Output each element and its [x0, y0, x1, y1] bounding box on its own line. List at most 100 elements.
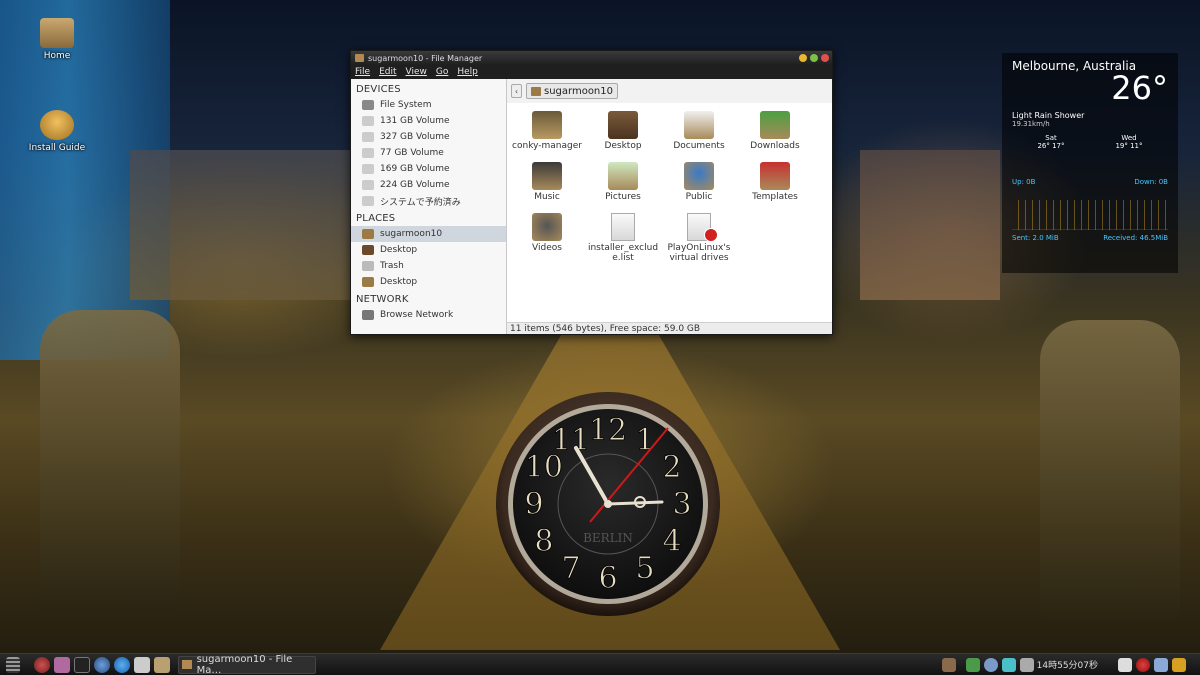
launcher-icon[interactable]	[34, 656, 50, 673]
file-label: installer_exclude.list	[587, 243, 659, 263]
sidebar-item-169gb[interactable]: 169 GB Volume	[351, 161, 506, 177]
window-titlebar[interactable]: sugarmoon10 - File Manager	[351, 51, 832, 65]
wallpaper-building-center	[130, 150, 360, 300]
sidebar-item-label: sugarmoon10	[380, 229, 443, 239]
speaker-icon[interactable]	[941, 657, 956, 672]
shield-icon[interactable]	[965, 657, 980, 672]
sidebar-item-label: Desktop	[380, 245, 418, 255]
sidebar-item-desktop-2[interactable]: Desktop	[351, 274, 506, 290]
sidebar-item-131gb[interactable]: 131 GB Volume	[351, 113, 506, 129]
wallpaper-urn-right	[1040, 320, 1180, 620]
menu-icon[interactable]	[6, 656, 20, 673]
close-button[interactable]	[821, 54, 829, 62]
updater-icon[interactable]	[1172, 657, 1186, 672]
folder-icon	[362, 277, 374, 287]
path-bar: ‹ sugarmoon10	[507, 79, 832, 103]
minimize-button[interactable]	[799, 54, 807, 62]
user-icon[interactable]	[1154, 657, 1168, 672]
sidebar-item-224gb[interactable]: 224 GB Volume	[351, 177, 506, 193]
browser-icon[interactable]	[114, 656, 130, 673]
sidebar-item-file-system[interactable]: File System	[351, 97, 506, 113]
update-icon[interactable]	[1001, 657, 1016, 672]
analog-clock-widget: 12 1234567891011 BERLIN	[496, 392, 720, 616]
power-icon[interactable]	[1136, 657, 1150, 672]
sidebar-item-trash[interactable]: Trash	[351, 258, 506, 274]
file-item-public[interactable]: Public	[663, 162, 735, 202]
sidebar-item-home[interactable]: sugarmoon10	[351, 226, 506, 242]
file-item-pictures[interactable]: Pictures	[587, 162, 659, 202]
task-label: sugarmoon10 - File Ma…	[196, 653, 293, 675]
clock-center-cap	[604, 500, 612, 508]
file-item-conky-manager[interactable]: conky-manager	[511, 111, 583, 151]
menu-view[interactable]: View	[406, 67, 427, 77]
menu-file[interactable]: File	[355, 67, 370, 77]
desktop-icon-install-guide[interactable]: Install Guide	[22, 110, 92, 153]
file-item-downloads[interactable]: Downloads	[739, 111, 811, 151]
clock-numeral: 1	[635, 423, 654, 458]
file-label: Public	[685, 192, 713, 202]
settings-icon[interactable]	[134, 656, 150, 673]
file-label: Downloads	[750, 141, 800, 151]
devices-heading: DEVICES	[356, 84, 401, 95]
file-label: Music	[534, 192, 560, 202]
drive-icon	[362, 196, 374, 206]
sidebar-item-system-reserved[interactable]: システムで予約済み	[351, 193, 506, 209]
window-title: sugarmoon10 - File Manager	[368, 53, 483, 63]
file-label: Videos	[532, 243, 562, 253]
weather-temperature: 26°	[1111, 69, 1168, 107]
file-manager-launcher-icon[interactable]	[54, 656, 70, 673]
system-tray: 14時55分07秒	[938, 657, 1200, 672]
maximize-button[interactable]	[810, 54, 818, 62]
main-pane: ‹ sugarmoon10 conky-manager Desktop Docu…	[507, 79, 832, 334]
sidebar: DEVICES File System 131 GB Volume 327 GB…	[351, 79, 507, 334]
text-file-icon	[611, 213, 635, 241]
menu-edit[interactable]: Edit	[379, 67, 396, 77]
desktop-folder-icon	[608, 111, 638, 139]
file-item-templates[interactable]: Templates	[739, 162, 811, 202]
sidebar-item-label: システムで予約済み	[380, 197, 461, 208]
sidebar-item-desktop[interactable]: Desktop	[351, 242, 506, 258]
clock-numeral: 2	[663, 450, 682, 485]
forecast-day: Sat 26° 17°	[1037, 134, 1064, 150]
file-label: PlayOnLinux's virtual drives	[667, 243, 731, 263]
sidebar-item-label: 169 GB Volume	[380, 164, 450, 174]
sidebar-item-327gb[interactable]: 327 GB Volume	[351, 129, 506, 145]
sidebar-item-browse-network[interactable]: Browse Network	[351, 307, 506, 323]
display-icon[interactable]	[1019, 657, 1034, 672]
home-folder-icon[interactable]	[154, 656, 170, 673]
clock-numeral: 4	[663, 524, 682, 559]
sidebar-item-77gb[interactable]: 77 GB Volume	[351, 145, 506, 161]
weather-wind: 19.31km/h	[1012, 120, 1050, 128]
download-rate: Down: 0B	[1134, 178, 1168, 186]
file-item-desktop[interactable]: Desktop	[587, 111, 659, 151]
install-guide-icon	[40, 110, 74, 140]
file-item-music[interactable]: Music	[511, 162, 583, 202]
file-item-installer-exclude[interactable]: installer_exclude.list	[587, 213, 659, 263]
broken-link-icon	[687, 213, 718, 242]
breadcrumb[interactable]: sugarmoon10	[526, 83, 618, 99]
terminal-icon[interactable]	[74, 656, 90, 673]
sidebar-item-label: 131 GB Volume	[380, 116, 450, 126]
menu-go[interactable]: Go	[436, 67, 448, 77]
file-manager-window[interactable]: sugarmoon10 - File Manager File Edit Vie…	[350, 50, 833, 335]
file-item-videos[interactable]: Videos	[511, 213, 583, 253]
file-item-documents[interactable]: Documents	[663, 111, 735, 151]
menu-help[interactable]: Help	[457, 67, 478, 77]
clock-numeral: 5	[635, 551, 654, 586]
network-icon[interactable]	[983, 657, 998, 672]
forecast-day: Wed 19° 11°	[1115, 134, 1142, 150]
sidebar-item-label: 77 GB Volume	[380, 148, 444, 158]
drive-icon	[362, 180, 374, 190]
home-folder-icon	[362, 229, 374, 239]
templates-folder-icon	[760, 162, 790, 190]
globe-icon[interactable]	[94, 656, 110, 673]
file-item-playonlinux[interactable]: PlayOnLinux's virtual drives	[663, 213, 735, 263]
forecast-day-range: 26° 17°	[1037, 142, 1065, 150]
drive-icon	[362, 164, 374, 174]
back-button[interactable]: ‹	[511, 84, 522, 98]
tray-clock[interactable]: 14時55分07秒	[1037, 658, 1098, 671]
desktop-icon-home[interactable]: Home	[22, 18, 92, 61]
videos-folder-icon	[532, 213, 562, 241]
taskbar-task-file-manager[interactable]: sugarmoon10 - File Ma…	[178, 653, 316, 675]
screenshot-icon[interactable]	[1118, 657, 1132, 672]
